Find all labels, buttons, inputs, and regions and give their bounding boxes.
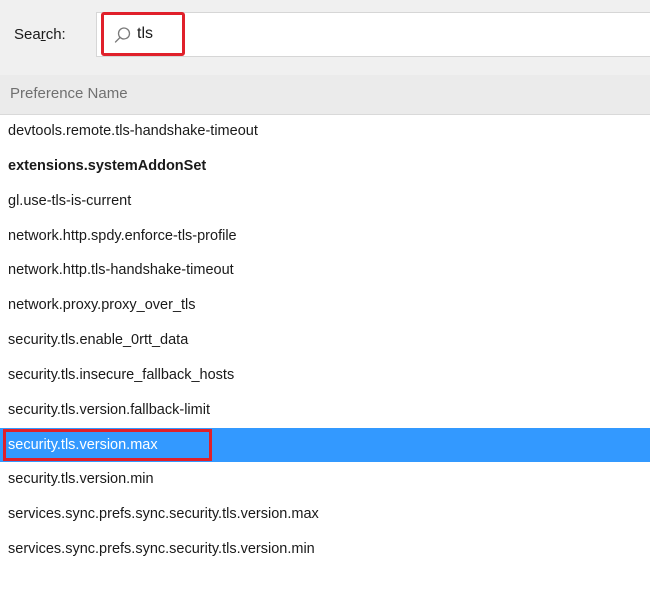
table-row[interactable]: security.tls.insecure_fallback_hosts	[0, 358, 650, 393]
table-row[interactable]: extensions.systemAddonSet	[0, 149, 650, 184]
selection-highlight-annotation	[3, 428, 212, 461]
search-label: Search:	[14, 26, 66, 43]
table-row[interactable]: network.proxy.proxy_over_tls	[0, 288, 650, 323]
table-row[interactable]: services.sync.prefs.sync.security.tls.ve…	[0, 532, 650, 567]
search-icon	[114, 27, 131, 43]
preference-list: devtools.remote.tls-handshake-timeout ext…	[0, 114, 650, 567]
table-row[interactable]: gl.use-tls-is-current	[0, 184, 650, 219]
column-header-label: Preference Name	[10, 85, 128, 102]
table-row-selected[interactable]: security.tls.version.max	[0, 427, 650, 463]
table-row[interactable]: security.tls.version.min	[0, 462, 650, 497]
search-input-value[interactable]: tls	[137, 25, 153, 43]
table-row[interactable]: network.http.spdy.enforce-tls-profile	[0, 219, 650, 254]
column-header-preference-name[interactable]: Preference Name	[0, 75, 650, 115]
table-row[interactable]: services.sync.prefs.sync.security.tls.ve…	[0, 497, 650, 532]
table-row[interactable]: security.tls.version.fallback-limit	[0, 393, 650, 428]
search-bar: Search: tls	[0, 0, 650, 76]
table-row[interactable]: network.http.tls-handshake-timeout	[0, 253, 650, 288]
table-row[interactable]: devtools.remote.tls-handshake-timeout	[0, 114, 650, 149]
table-row[interactable]: security.tls.enable_0rtt_data	[0, 323, 650, 358]
